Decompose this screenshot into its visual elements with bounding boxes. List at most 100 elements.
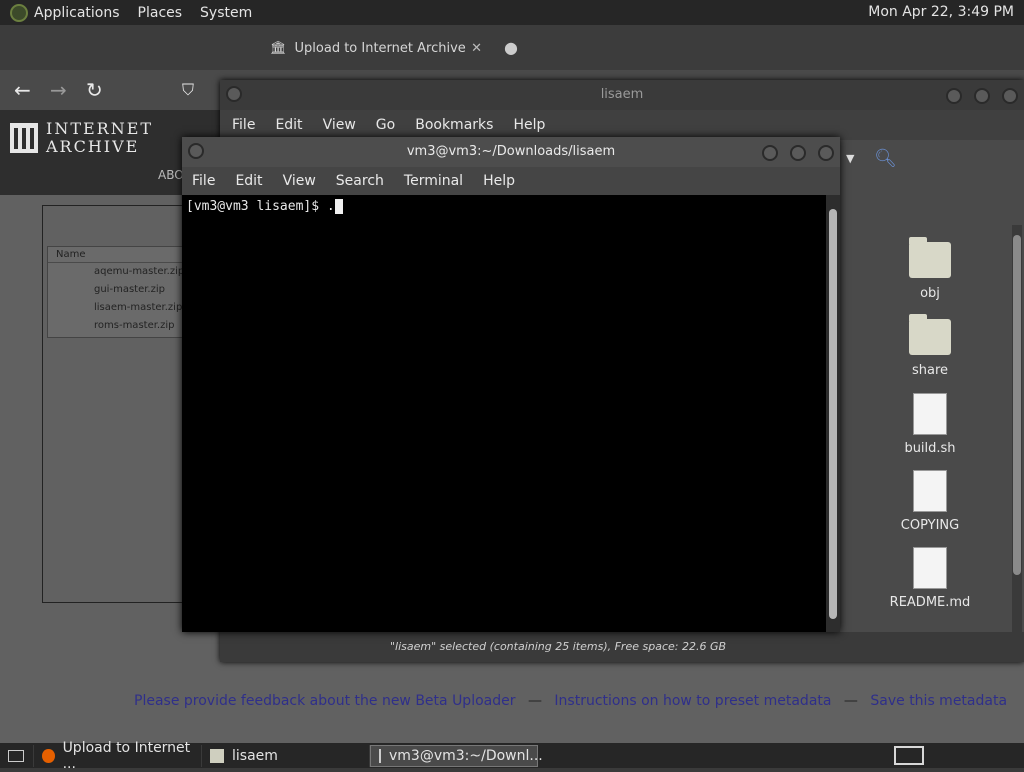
fm-close-button[interactable] (1002, 88, 1018, 104)
folder-icon (909, 314, 951, 355)
file-row[interactable]: lisaem-master.zip (48, 299, 187, 317)
term-window-menu-button[interactable] (188, 143, 204, 159)
fm-menu-file[interactable]: File (232, 117, 255, 133)
separator: — (527, 693, 542, 709)
github-tab-icon[interactable]: ● (504, 38, 518, 57)
shield-icon[interactable]: ⛉ (182, 80, 194, 100)
fm-titlebar[interactable]: lisaem (220, 80, 1024, 110)
fm-dropdown-arrow-icon[interactable]: ▼ (846, 152, 854, 165)
applications-menu[interactable]: Applications (34, 5, 120, 21)
fm-scroll-thumb[interactable] (1013, 235, 1021, 575)
browser-tab-bar: 🏛 Upload to Internet Archive ✕ ● (0, 25, 1024, 70)
show-desktop-button[interactable] (0, 744, 34, 767)
fm-item-label: share (911, 363, 949, 378)
terminal-scroll-thumb[interactable] (829, 209, 837, 619)
fm-search-icon[interactable]: 🔍︎ (874, 148, 897, 169)
fm-menu-help[interactable]: Help (513, 117, 545, 133)
fm-item-readme[interactable]: README.md (880, 547, 980, 610)
fm-menu-edit[interactable]: Edit (275, 117, 302, 133)
fm-item-label: COPYING (900, 518, 960, 533)
terminal-title: vm3@vm3:~/Downloads/lisaem (406, 144, 616, 159)
workspace-switcher[interactable] (894, 746, 924, 765)
tab-title: Upload to Internet Archive (294, 40, 466, 56)
fm-menu-go[interactable]: Go (376, 117, 395, 133)
fm-scrollbar[interactable] (1012, 225, 1022, 635)
archive-favicon-icon: 🏛 (270, 40, 287, 56)
terminal-prompt: [vm3@vm3 lisaem]$ . (186, 199, 335, 214)
file-row[interactable]: aqemu-master.zip (48, 263, 187, 281)
save-metadata-link[interactable]: Save this metadata (870, 693, 1007, 709)
bottom-taskbar: Upload to Internet ... lisaem vm3@vm3:~/… (0, 740, 1024, 772)
fm-maximize-button[interactable] (973, 88, 990, 104)
terminal-screen[interactable]: [vm3@vm3 lisaem]$ . (182, 195, 826, 632)
term-maximize-button[interactable] (789, 145, 806, 161)
file-row[interactable]: roms-master.zip (48, 317, 187, 335)
ia-logo[interactable]: INTERNET ARCHIVE (10, 120, 153, 156)
reload-icon[interactable]: ↻ (86, 78, 103, 102)
term-menu-file[interactable]: File (192, 173, 215, 189)
fm-item-label: README.md (889, 595, 971, 610)
fm-minimize-button[interactable] (945, 88, 962, 104)
terminal-scrollbar[interactable] (826, 195, 840, 632)
fm-item-copying[interactable]: COPYING (880, 470, 980, 533)
task-label: vm3@vm3:~/Downl... (389, 747, 543, 764)
system-menu[interactable]: System (200, 5, 252, 21)
terminal-cursor (334, 199, 343, 214)
term-minimize-button[interactable] (761, 145, 778, 161)
task-lisaem[interactable]: lisaem (202, 744, 370, 767)
top-panel: Applications Places System Mon Apr 22, 3… (0, 0, 1024, 25)
terminal-window: vm3@vm3:~/Downloads/lisaem File Edit Vie… (182, 137, 840, 632)
term-menu-terminal[interactable]: Terminal (404, 173, 463, 189)
folder-icon (909, 237, 951, 278)
browser-tab-upload[interactable]: 🏛 Upload to Internet Archive ✕ (270, 31, 490, 65)
task-label: lisaem (232, 747, 278, 764)
file-list-header[interactable]: Name (48, 247, 187, 263)
term-menu-edit[interactable]: Edit (235, 173, 262, 189)
terminal-icon (379, 748, 381, 763)
text-file-icon (913, 470, 947, 512)
fm-menu-bookmarks[interactable]: Bookmarks (415, 117, 493, 133)
fm-menubar: File Edit View Go Bookmarks Help (220, 110, 1024, 140)
fm-window-menu-button[interactable] (226, 86, 242, 102)
task-firefox[interactable]: Upload to Internet ... (34, 740, 202, 772)
task-terminal[interactable]: vm3@vm3:~/Downl... (370, 744, 543, 767)
term-close-button[interactable] (818, 145, 834, 161)
preset-metadata-link[interactable]: Instructions on how to preset metadata (554, 693, 831, 709)
logo-line1: INTERNET (46, 119, 154, 138)
fm-item-share[interactable]: share (880, 314, 980, 378)
feedback-links: Please provide feedback about the new Be… (134, 693, 1007, 709)
upload-file-box: Name aqemu-master.zip gui-master.zip lis… (42, 205, 188, 603)
file-list: Name aqemu-master.zip gui-master.zip lis… (47, 246, 188, 338)
fm-menu-view[interactable]: View (323, 117, 356, 133)
term-menu-help[interactable]: Help (483, 173, 515, 189)
nav-about-link[interactable]: ABO (158, 168, 184, 182)
separator: — (843, 693, 858, 709)
fm-icon-view: obj share build.sh COPYING README.md (840, 216, 1024, 636)
gnome-logo-icon[interactable] (10, 3, 28, 22)
back-icon[interactable]: ← (14, 78, 31, 102)
term-menu-search[interactable]: Search (336, 173, 384, 189)
fm-item-label: obj (920, 286, 940, 301)
fm-item-obj[interactable]: obj (880, 237, 980, 301)
tab-close-icon[interactable]: ✕ (471, 41, 482, 56)
panel-clock[interactable]: Mon Apr 22, 3:49 PM (868, 4, 1014, 20)
terminal-menubar: File Edit View Search Terminal Help (182, 167, 840, 195)
panel-menu: Applications Places System (0, 3, 270, 22)
feedback-link[interactable]: Please provide feedback about the new Be… (134, 693, 516, 709)
task-label: Upload to Internet ... (62, 739, 191, 772)
firefox-icon (42, 748, 55, 763)
script-file-icon (913, 393, 947, 435)
folder-icon (210, 748, 224, 763)
fm-item-label: build.sh (904, 441, 956, 456)
logo-line2: ARCHIVE (46, 137, 140, 156)
fm-item-build-sh[interactable]: build.sh (880, 393, 980, 456)
term-menu-view[interactable]: View (283, 173, 316, 189)
desktop-icon (8, 749, 24, 762)
places-menu[interactable]: Places (138, 5, 183, 21)
ia-pillar-icon (10, 123, 38, 153)
file-row[interactable]: gui-master.zip (48, 281, 187, 299)
terminal-titlebar[interactable]: vm3@vm3:~/Downloads/lisaem (182, 137, 840, 167)
fm-statusbar: "lisaem" selected (containing 25 items),… (220, 632, 1024, 662)
forward-icon[interactable]: → (50, 78, 67, 102)
markdown-file-icon (913, 547, 947, 589)
